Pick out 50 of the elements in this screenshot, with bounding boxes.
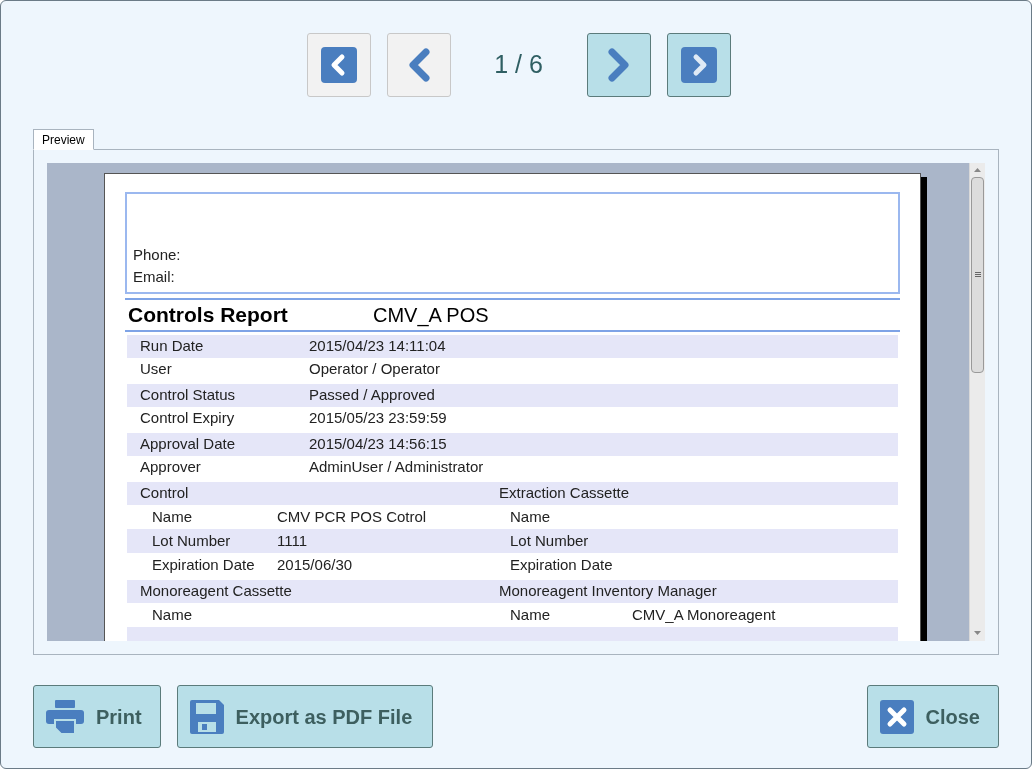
scrollbar[interactable] (969, 163, 985, 641)
scrollbar-thumb[interactable] (971, 177, 984, 373)
preview-tab[interactable]: Preview (33, 129, 94, 150)
field-label: Expiration Date (510, 555, 613, 573)
field-value: 2015/04/23 14:56:15 (309, 435, 447, 453)
contact-label: Email: (133, 267, 176, 287)
scroll-down-icon[interactable] (974, 631, 981, 635)
export-button[interactable]: Export as PDF File (176, 685, 434, 748)
chevron-right-icon (607, 48, 630, 82)
next-page-button[interactable] (586, 33, 651, 97)
chevron-right-square-icon (680, 47, 717, 83)
section-heading: Monoreagent Inventory Manager (499, 582, 717, 600)
section-heading: Extraction Cassette (499, 484, 630, 502)
field-value: CMV_A Monoreagent (632, 605, 776, 623)
field-label: Run Date (140, 337, 204, 355)
grip-icon (974, 272, 981, 278)
field-label: Approver (140, 458, 201, 476)
field-value: CMV PCR POS Cotrol (277, 507, 427, 525)
close-button[interactable]: Close (866, 685, 999, 748)
printer-icon (46, 699, 84, 734)
contact-label: Phone: (133, 245, 182, 265)
chevron-left-square-icon (320, 47, 357, 83)
field-label: Approval Date (140, 435, 236, 453)
section-heading: Monoreagent Cassette (140, 582, 292, 600)
field-value: 2015/06/30 (277, 555, 353, 573)
last-page-button[interactable] (666, 33, 731, 97)
section-heading: Control (140, 484, 189, 502)
field-label: Lot Number (152, 531, 231, 549)
field-value: 2015/05/23 23:59:59 (309, 409, 447, 427)
report-subtitle: CMV_A POS (373, 303, 489, 329)
field-label: Control Status (140, 386, 236, 404)
field-label: Name (510, 507, 550, 525)
field-value: Passed / Approved (309, 386, 435, 404)
field-value: Operator / Operator (309, 360, 440, 378)
field-label: Name (510, 605, 550, 623)
field-label: Lot Number (510, 531, 589, 549)
print-button[interactable]: Print (33, 685, 161, 748)
field-label: Expiration Date (152, 555, 255, 573)
field-label: User (140, 360, 172, 378)
field-label: Name (152, 605, 192, 623)
field-value: 2015/04/23 14:11:04 (309, 337, 446, 355)
close-icon (879, 699, 914, 734)
scroll-up-icon[interactable] (974, 168, 981, 172)
field-value: 1111 (277, 531, 308, 549)
page-indicator: 1 / 6 (493, 49, 544, 81)
chevron-left-icon (407, 48, 430, 82)
field-label: Name (152, 507, 192, 525)
field-value: AdminUser / Administrator (309, 458, 484, 476)
report-title: Controls Report (128, 302, 289, 329)
field-label: Control Expiry (140, 409, 235, 427)
